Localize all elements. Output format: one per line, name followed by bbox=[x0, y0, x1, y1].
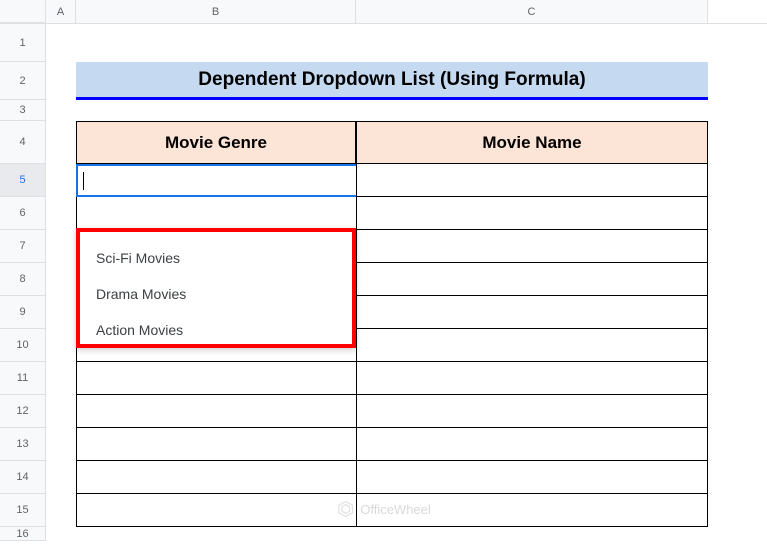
row-header-5[interactable]: 5 bbox=[0, 164, 46, 197]
dropdown-item-drama[interactable]: Drama Movies bbox=[80, 276, 352, 312]
cell-a15[interactable] bbox=[46, 494, 76, 527]
column-headers-row: A B C bbox=[0, 0, 767, 24]
header-genre[interactable]: Movie Genre bbox=[76, 121, 356, 164]
cell-c9[interactable] bbox=[356, 296, 708, 329]
cell-a2[interactable] bbox=[46, 62, 76, 100]
cell-a3[interactable] bbox=[46, 100, 76, 121]
title-cell[interactable]: Dependent Dropdown List (Using Formula) bbox=[76, 62, 708, 100]
row-header-9[interactable]: 9 bbox=[0, 296, 46, 329]
cell-c16[interactable] bbox=[356, 527, 708, 541]
row-header-12[interactable]: 12 bbox=[0, 395, 46, 428]
cell-b3[interactable] bbox=[76, 100, 356, 121]
cell-b5-active[interactable] bbox=[76, 164, 356, 197]
cell-a1[interactable] bbox=[46, 24, 76, 62]
header-name[interactable]: Movie Name bbox=[356, 121, 708, 164]
cell-b14[interactable] bbox=[76, 461, 356, 494]
dropdown-item-scifi[interactable]: Sci-Fi Movies bbox=[80, 240, 352, 276]
cell-c6[interactable] bbox=[356, 197, 708, 230]
cell-a10[interactable] bbox=[46, 329, 76, 362]
cell-c8[interactable] bbox=[356, 263, 708, 296]
cell-b13[interactable] bbox=[76, 428, 356, 461]
row-header-15[interactable]: 15 bbox=[0, 494, 46, 527]
cell-b6[interactable] bbox=[76, 197, 356, 230]
watermark-text: OfficeWheel bbox=[360, 502, 431, 517]
col-header-a[interactable]: A bbox=[46, 0, 76, 23]
cell-a8[interactable] bbox=[46, 263, 76, 296]
row-header-1[interactable]: 1 bbox=[0, 24, 46, 62]
row-header-3[interactable]: 3 bbox=[0, 100, 46, 121]
cell-a16[interactable] bbox=[46, 527, 76, 541]
row-header-13[interactable]: 13 bbox=[0, 428, 46, 461]
row-header-6[interactable]: 6 bbox=[0, 197, 46, 230]
cell-c1[interactable] bbox=[356, 24, 708, 62]
cell-a4[interactable] bbox=[46, 121, 76, 164]
cell-c14[interactable] bbox=[356, 461, 708, 494]
cell-a9[interactable] bbox=[46, 296, 76, 329]
cell-b1[interactable] bbox=[76, 24, 356, 62]
watermark: OfficeWheel bbox=[336, 500, 431, 518]
row-header-11[interactable]: 11 bbox=[0, 362, 46, 395]
row-header-7[interactable]: 7 bbox=[0, 230, 46, 263]
cell-a5[interactable] bbox=[46, 164, 76, 197]
corner-cell[interactable] bbox=[0, 0, 46, 23]
cell-c12[interactable] bbox=[356, 395, 708, 428]
cell-a11[interactable] bbox=[46, 362, 76, 395]
cell-a7[interactable] bbox=[46, 230, 76, 263]
cell-a6[interactable] bbox=[46, 197, 76, 230]
cell-a12[interactable] bbox=[46, 395, 76, 428]
cell-a13[interactable] bbox=[46, 428, 76, 461]
cell-b11[interactable] bbox=[76, 362, 356, 395]
cell-c3[interactable] bbox=[356, 100, 708, 121]
cell-c7[interactable] bbox=[356, 230, 708, 263]
row-header-4[interactable]: 4 bbox=[0, 121, 46, 164]
row-header-10[interactable]: 10 bbox=[0, 329, 46, 362]
col-header-c[interactable]: C bbox=[356, 0, 708, 23]
cell-c10[interactable] bbox=[356, 329, 708, 362]
row-header-8[interactable]: 8 bbox=[0, 263, 46, 296]
dropdown-popup: Sci-Fi Movies Drama Movies Action Movies bbox=[76, 228, 356, 348]
col-header-b[interactable]: B bbox=[76, 0, 356, 23]
row-header-2[interactable]: 2 bbox=[0, 62, 46, 100]
cell-a14[interactable] bbox=[46, 461, 76, 494]
row-header-16[interactable]: 16 bbox=[0, 527, 46, 541]
dropdown-item-action[interactable]: Action Movies bbox=[80, 312, 352, 348]
cell-b15[interactable] bbox=[76, 494, 356, 527]
cell-c13[interactable] bbox=[356, 428, 708, 461]
row-header-14[interactable]: 14 bbox=[0, 461, 46, 494]
hexagon-icon bbox=[336, 500, 354, 518]
cell-c5[interactable] bbox=[356, 164, 708, 197]
cell-c11[interactable] bbox=[356, 362, 708, 395]
cell-b16[interactable] bbox=[76, 527, 356, 541]
cell-b12[interactable] bbox=[76, 395, 356, 428]
